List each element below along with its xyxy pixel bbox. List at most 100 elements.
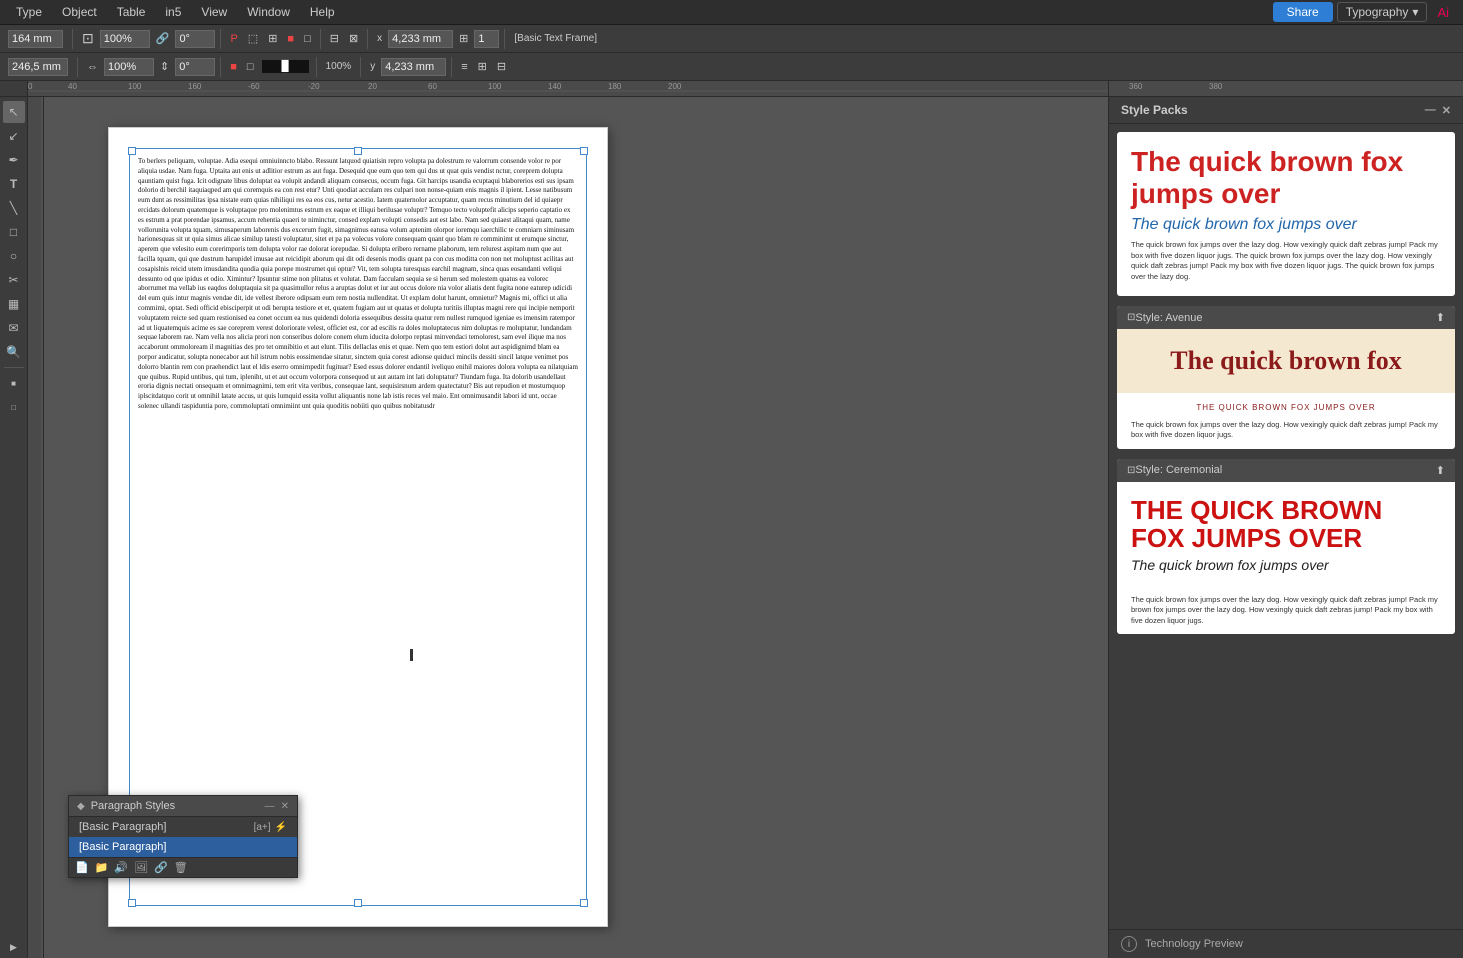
- frame-handle-tl[interactable]: [128, 147, 136, 155]
- avenue-card-icon: ⊡: [1127, 312, 1135, 323]
- shear-input[interactable]: [175, 58, 215, 76]
- menu-table[interactable]: Table: [109, 3, 154, 21]
- col-icon[interactable]: ⊟: [493, 59, 510, 74]
- menu-in5[interactable]: in5: [157, 3, 189, 21]
- height-field[interactable]: [4, 57, 72, 77]
- panel-close-icon[interactable]: ✕: [1442, 104, 1451, 117]
- horizontal-ruler: 0 40 100 160 -60 -20 20 60 100 140 180 2…: [28, 81, 1108, 96]
- trash-icon[interactable]: 🗑: [174, 861, 188, 874]
- image-icon[interactable]: 🖼: [134, 861, 148, 874]
- menu-bar: Type Object Table in5 View Window Help S…: [0, 0, 1463, 25]
- document-text: To berlers peliquam, voluptae. Adia eseq…: [138, 157, 578, 412]
- stroke-weight-icon[interactable]: □: [243, 60, 258, 74]
- folder-icon[interactable]: 📁: [95, 861, 109, 874]
- style-packs-list[interactable]: The quick brown fox jumps over The quick…: [1109, 124, 1463, 929]
- tech-preview-footer: i Technology Preview: [1109, 929, 1463, 958]
- menu-type[interactable]: Type: [8, 3, 50, 21]
- sound-icon[interactable]: 🔊: [114, 861, 128, 874]
- preview-mode[interactable]: ▶: [3, 936, 25, 958]
- line-tool[interactable]: ╲: [3, 197, 25, 219]
- para-styles-title-area: ◆ Paragraph Styles: [77, 800, 175, 812]
- ceremonial-download-icon[interactable]: ⬆: [1436, 464, 1445, 477]
- distribute-icon[interactable]: ⊟: [326, 31, 343, 46]
- zoom-tool[interactable]: 🔍: [3, 341, 25, 363]
- stroke-icon[interactable]: □: [300, 32, 315, 46]
- share-button[interactable]: Share: [1273, 2, 1333, 22]
- toolbar-row-2: ⇔ ⇕ ■ □ █ 100% y ≡ ⊞ ⊟: [0, 53, 1463, 81]
- style-row-basic-para-2[interactable]: [Basic Paragraph]: [69, 837, 297, 857]
- tool-sep: [4, 367, 24, 368]
- toolbar-row-1: ⊡ 🔗 P ⬚ ⊞ ■ □ ⊟ ⊠ x ⊞ [Basic Text Frame]: [0, 25, 1463, 53]
- note-tool[interactable]: ✉: [3, 317, 25, 339]
- menu-help[interactable]: Help: [302, 3, 343, 21]
- fill-icon[interactable]: ■: [283, 32, 298, 46]
- link-icon[interactable]: 🔗: [154, 861, 168, 874]
- close-icon[interactable]: ✕: [281, 801, 289, 812]
- tools-panel: ↖ ↙ ✒ T ╲ □ ○ ✂ ▦ ✉ 🔍 ■ □ ▶: [0, 97, 28, 958]
- ellipse-tool[interactable]: ○: [3, 245, 25, 267]
- scale-link-icon[interactable]: 🔗: [152, 31, 174, 46]
- width-field[interactable]: [4, 29, 67, 49]
- type-tool[interactable]: T: [3, 173, 25, 195]
- align-left-icon[interactable]: ⬚: [244, 31, 262, 46]
- ceremonial-preview: THE QUICK BROWN FOX JUMPS OVER The quick…: [1117, 482, 1455, 587]
- pen-tool[interactable]: ✒: [3, 149, 25, 171]
- flip-h-icon[interactable]: ⇔: [83, 60, 102, 74]
- menu-window[interactable]: Window: [239, 3, 298, 21]
- transform-icon[interactable]: P: [226, 32, 241, 46]
- flip-v-icon[interactable]: ⇕: [156, 59, 173, 74]
- width-input[interactable]: [8, 30, 63, 48]
- align-options[interactable]: ⊠: [345, 31, 362, 46]
- panel-collapse-icon[interactable]: ◆: [77, 801, 85, 812]
- style-row-basic-para-1[interactable]: [Basic Paragraph] [a+] ⚡: [69, 817, 297, 837]
- stroke-swatch[interactable]: □: [3, 396, 25, 418]
- fill-swatch[interactable]: ■: [3, 372, 25, 394]
- frame-handle-br[interactable]: [580, 899, 588, 907]
- panel-min-icon[interactable]: —: [1425, 104, 1436, 117]
- frame-handle-tr[interactable]: [580, 147, 588, 155]
- minimize-icon[interactable]: —: [265, 801, 275, 812]
- frame-style-label: [Basic Text Frame]: [510, 32, 601, 45]
- zoom-label: 100%: [322, 60, 356, 73]
- constrain-icon[interactable]: ⊡: [78, 29, 98, 48]
- rect-tool[interactable]: □: [3, 221, 25, 243]
- vertical-ruler: [28, 97, 44, 958]
- pages-icon[interactable]: ⊞: [455, 31, 472, 46]
- frame-handle-bm[interactable]: [354, 899, 362, 907]
- menu-view[interactable]: View: [193, 3, 235, 21]
- canvas-area[interactable]: To berlers peliquam, voluptae. Adia eseq…: [28, 97, 1108, 958]
- y-input[interactable]: [381, 58, 446, 76]
- frame-handle-tm[interactable]: [354, 147, 362, 155]
- scissors-tool[interactable]: ✂: [3, 269, 25, 291]
- text-frame[interactable]: To berlers peliquam, voluptae. Adia eseq…: [129, 148, 587, 906]
- stroke-color-swatch[interactable]: █: [262, 60, 309, 73]
- menu-object[interactable]: Object: [54, 3, 105, 21]
- scale-x-input[interactable]: [100, 30, 150, 48]
- direct-select-tool[interactable]: ↙: [3, 125, 25, 147]
- list-view-icon[interactable]: ≡: [457, 60, 471, 74]
- page-icon[interactable]: 📄: [75, 861, 89, 874]
- avenue-download-icon[interactable]: ⬆: [1436, 311, 1445, 324]
- align-center-icon[interactable]: ⊞: [264, 31, 281, 46]
- gradient-tool[interactable]: ▦: [3, 293, 25, 315]
- adobe-logo: Ai: [1431, 3, 1455, 22]
- stroke-color-icon[interactable]: ■: [226, 60, 241, 74]
- avenue-subhead: THE QUICK BROWN FOX JUMPS OVER: [1117, 399, 1455, 412]
- select-tool[interactable]: ↖: [3, 101, 25, 123]
- tech-preview-label: Technology Preview: [1145, 938, 1243, 950]
- info-icon[interactable]: i: [1121, 936, 1137, 952]
- quick-apply-icon[interactable]: ⚡: [275, 822, 287, 833]
- rotation-input[interactable]: [175, 30, 215, 48]
- frame-handle-bl[interactable]: [128, 899, 136, 907]
- x-input[interactable]: [388, 30, 453, 48]
- text-cursor: [410, 649, 413, 661]
- typography-label: Typography: [1346, 5, 1409, 19]
- default-subhead: The quick brown fox jumps over: [1131, 216, 1441, 234]
- page-input[interactable]: [474, 30, 499, 48]
- avenue-card-title: Style: Avenue: [1135, 312, 1202, 324]
- typography-button[interactable]: Typography ▾: [1337, 2, 1428, 22]
- height-input[interactable]: [8, 58, 68, 76]
- default-headline: The quick brown fox jumps over: [1131, 146, 1441, 210]
- scale-y-input[interactable]: [104, 58, 154, 76]
- grid-view-icon[interactable]: ⊞: [474, 59, 491, 74]
